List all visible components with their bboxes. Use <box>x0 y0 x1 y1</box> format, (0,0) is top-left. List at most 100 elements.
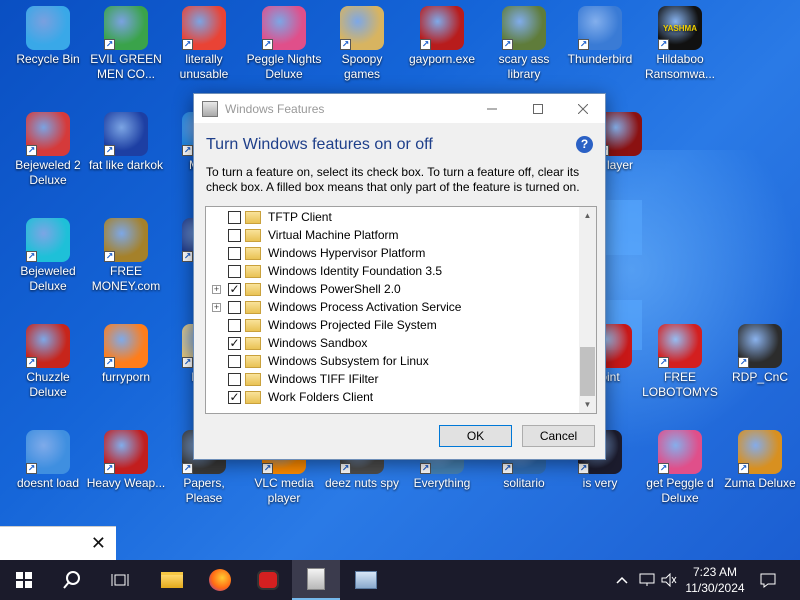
feature-label: Windows TIFF IFilter <box>268 372 379 386</box>
feature-row[interactable]: Windows TIFF IFilter <box>206 370 576 388</box>
minimize-button[interactable] <box>469 94 515 123</box>
shortcut-arrow-icon: ↗ <box>182 251 193 262</box>
network-button[interactable] <box>636 560 658 600</box>
folder-icon <box>245 390 261 404</box>
windows-features-taskbar-button[interactable] <box>292 560 340 600</box>
desktop-icon[interactable]: ↗ Chuzzle Deluxe <box>8 324 88 400</box>
feature-checkbox[interactable] <box>228 228 241 242</box>
desktop-icon[interactable]: ↗ literally unusable <box>164 6 244 82</box>
app-icon: ↗ <box>578 6 622 50</box>
desktop-icon[interactable]: ↗ FREE MONEY.com <box>86 218 166 294</box>
app-icon: ↗ <box>104 430 148 474</box>
control-panel-taskbar-button[interactable] <box>342 560 390 600</box>
feature-row[interactable]: + Windows Process Activation Service <box>206 298 576 316</box>
dialog-heading: Turn Windows features on or off <box>206 136 433 153</box>
desktop-icon-label: Zuma Deluxe <box>724 476 796 490</box>
feature-checkbox[interactable]: ✓ <box>228 282 241 296</box>
windows-features-icon <box>307 568 325 590</box>
shortcut-arrow-icon: ↗ <box>340 463 351 474</box>
feature-row[interactable]: Windows Subsystem for Linux <box>206 352 576 370</box>
feature-row[interactable]: Windows Hypervisor Platform <box>206 244 576 262</box>
desktop-icon-label: RDP_CnC <box>731 370 788 384</box>
feature-checkbox[interactable]: ✓ <box>228 336 241 350</box>
windows-features-icon <box>202 100 218 117</box>
feature-row[interactable]: ✓ Work Folders Client <box>206 388 576 406</box>
volume-button[interactable] <box>658 560 680 600</box>
task-view-button[interactable] <box>96 560 144 600</box>
shortcut-arrow-icon: ↗ <box>502 463 513 474</box>
action-center-button[interactable] <box>756 560 780 600</box>
desktop-icon[interactable]: ↗ furryporn <box>86 324 166 385</box>
desktop-icon[interactable]: ↗ Spoopy games <box>322 6 402 82</box>
angry-birds-taskbar-button[interactable] <box>244 560 292 600</box>
feature-row[interactable]: + ✓ Windows PowerShell 2.0 <box>206 280 576 298</box>
feature-label: Windows Sandbox <box>268 336 368 350</box>
show-hidden-icons-button[interactable] <box>612 560 632 600</box>
desktop-icon[interactable]: Recycle Bin <box>8 6 88 67</box>
feature-checkbox[interactable] <box>228 246 241 260</box>
desktop-icon[interactable]: ↗ EVIL GREEN MEN CO... <box>86 6 166 82</box>
taskbar-clock[interactable]: 7:23 AM 11/30/2024 <box>680 564 750 596</box>
feature-row[interactable]: TFTP Client <box>206 208 576 226</box>
feature-row[interactable]: Virtual Machine Platform <box>206 226 576 244</box>
desktop-icon[interactable]: ↗ Peggle Nights Deluxe <box>244 6 324 82</box>
desktop-icon[interactable]: ↗ Thunderbird <box>560 6 640 67</box>
folder-icon <box>245 336 261 350</box>
desktop-icon[interactable]: ↗ Bejeweled Deluxe <box>8 218 88 294</box>
feature-checkbox[interactable] <box>228 210 241 224</box>
start-button[interactable] <box>0 560 48 600</box>
desktop-icon[interactable]: ↗ get Peggle d Deluxe <box>640 430 720 506</box>
feature-checkbox[interactable] <box>228 264 241 278</box>
search-button[interactable] <box>48 560 96 600</box>
file-explorer-taskbar-button[interactable] <box>148 560 196 600</box>
desktop-icon-label: fat like darkok <box>88 158 164 172</box>
feature-checkbox[interactable]: ✓ <box>228 390 241 404</box>
feature-checkbox[interactable] <box>228 318 241 332</box>
feature-checkbox[interactable] <box>228 300 241 314</box>
shortcut-arrow-icon: ↗ <box>104 357 115 368</box>
minimize-icon <box>487 108 497 109</box>
title-bar[interactable]: Windows Features <box>194 94 605 123</box>
desktop-icon[interactable]: ↗ scary ass library <box>484 6 564 82</box>
desktop-icon[interactable]: ↗ fat like darkok <box>86 112 166 173</box>
app-icon: ↗ <box>104 6 148 50</box>
desktop-icon[interactable]: ↗ doesnt load <box>8 430 88 491</box>
shortcut-arrow-icon: ↗ <box>104 251 115 262</box>
scroll-up-arrow-icon[interactable]: ▲ <box>579 207 596 224</box>
app-icon: ↗ YASHMA <box>658 6 702 50</box>
shortcut-arrow-icon: ↗ <box>502 39 513 50</box>
feature-row[interactable]: Windows Identity Foundation 3.5 <box>206 262 576 280</box>
features-tree[interactable]: TFTP Client Virtual Machine Platform Windo… <box>205 206 597 414</box>
app-icon: ↗ <box>26 324 70 368</box>
ok-button[interactable]: OK <box>439 425 512 447</box>
desktop-icon[interactable]: ↗ gayporn.exe <box>402 6 482 67</box>
scroll-down-arrow-icon[interactable]: ▼ <box>579 396 596 413</box>
shortcut-arrow-icon: ↗ <box>262 39 273 50</box>
expand-icon[interactable]: + <box>212 284 221 294</box>
help-icon[interactable]: ? <box>576 136 593 153</box>
folder-icon <box>245 282 261 296</box>
shortcut-arrow-icon: ↗ <box>26 463 37 474</box>
firefox-taskbar-button[interactable] <box>196 560 244 600</box>
close-icon[interactable]: ✕ <box>91 533 106 554</box>
desktop-icon[interactable]: ↗ RDP_CnC <box>720 324 800 385</box>
desktop-icon[interactable]: ↗ YASHMA Hildaboo Ransomwa... <box>640 6 720 82</box>
network-icon <box>639 573 655 586</box>
feature-checkbox[interactable] <box>228 354 241 368</box>
desktop-icon[interactable]: ↗ FREE LOBOTOMYS <box>640 324 720 400</box>
vertical-scrollbar[interactable]: ▲ ▼ <box>579 207 596 413</box>
cancel-button[interactable]: Cancel <box>522 425 595 447</box>
expand-icon[interactable]: + <box>212 302 221 312</box>
feature-row[interactable]: ✓ Windows Sandbox <box>206 334 576 352</box>
desktop-icon[interactable]: ↗ Heavy Weap... <box>86 430 166 491</box>
scrollbar-thumb[interactable] <box>580 347 595 396</box>
desktop-icon[interactable]: ↗ Bejeweled 2 Deluxe <box>8 112 88 188</box>
desktop-icon-label: Recycle Bin <box>16 52 80 66</box>
desktop-icon[interactable]: ↗ Zuma Deluxe <box>720 430 800 491</box>
maximize-button[interactable] <box>515 94 561 123</box>
folder-icon <box>245 300 261 314</box>
feature-row[interactable]: Windows Projected File System <box>206 316 576 334</box>
close-button[interactable] <box>560 94 606 123</box>
windows-features-dialog: Windows Features Turn Windows features o… <box>193 93 606 460</box>
feature-checkbox[interactable] <box>228 372 241 386</box>
